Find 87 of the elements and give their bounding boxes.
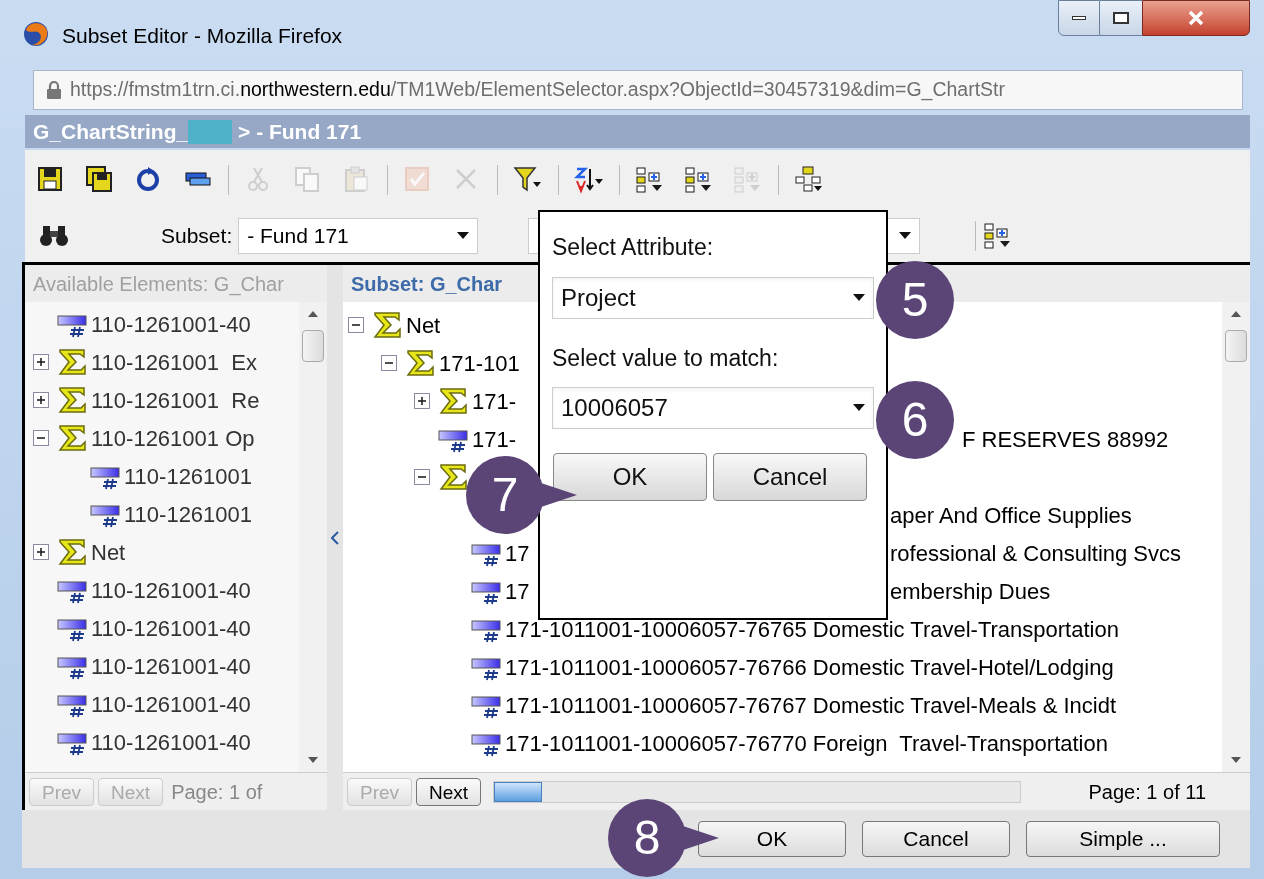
tree-item-label[interactable]: 110-1261001-40 <box>91 573 251 607</box>
page-indicator: Page: 1 of 11 <box>1088 779 1206 805</box>
tree-item-label[interactable]: 110-1261001 <box>124 497 253 531</box>
panel-title: Available Elements: G_Char <box>33 271 284 298</box>
field-label: Select value to match: <box>552 343 779 373</box>
browser-logo-icon <box>22 20 50 48</box>
expand-icon[interactable] <box>33 354 49 370</box>
cancel-button[interactable]: Cancel <box>713 453 867 501</box>
tree-item-label[interactable]: 171-1011001-10006057-76766 Domestic Travel-Hotel/Lodging <box>505 650 1114 684</box>
tree-item-label[interactable]: 17 <box>505 536 530 570</box>
tree-item-label[interactable]: embership Dues <box>890 574 1051 608</box>
collapse-icon[interactable] <box>381 355 397 371</box>
collapse-icon[interactable] <box>33 430 49 446</box>
attribute-dropdown[interactable]: Project <box>552 276 874 319</box>
tree-item-label[interactable]: Net <box>406 308 441 342</box>
subset-heading: G_ChartString_ <box>33 118 189 145</box>
scroll-thumb[interactable] <box>302 330 324 362</box>
step-callout: 8 <box>607 798 719 878</box>
step-callout: 7 <box>465 455 577 535</box>
close-icon <box>1187 10 1205 26</box>
tree-item-label[interactable]: 171- <box>472 422 517 456</box>
scrollbar[interactable] <box>299 302 327 772</box>
scroll-down-icon[interactable] <box>307 756 319 764</box>
dialog-button[interactable]: Simple ... <box>1026 821 1220 857</box>
minimize-button[interactable] <box>1058 0 1100 36</box>
sigma-icon <box>438 463 468 491</box>
tree-item-label[interactable]: 110-1261001-40 <box>91 649 251 683</box>
tree-item-label[interactable]: 171-1011001-10006057-76767 Domestic Travel-Meals & Incidt <box>505 688 1117 722</box>
tree-item-label[interactable]: 171-1011001-10006057-76770 Foreign Travel-Transportation <box>505 726 1108 760</box>
tree-item-label[interactable]: 110-1261001-40 <box>91 611 251 645</box>
value-dropdown[interactable]: 10006057 <box>552 387 874 429</box>
window-title: Subset Editor - Mozilla Firefox <box>62 23 343 49</box>
panel-title: Subset: G_Char <box>351 271 503 297</box>
sigma-icon <box>57 538 87 566</box>
expand-icon[interactable] <box>33 392 49 408</box>
close-button[interactable] <box>1142 0 1250 36</box>
page-button[interactable]: Next <box>416 777 482 806</box>
scroll-up-icon[interactable] <box>1230 310 1242 318</box>
tree-item-label[interactable]: 110-1261001-40 <box>91 725 251 759</box>
expand-icon[interactable] <box>414 393 430 409</box>
subset-label: Subset: <box>161 223 233 250</box>
scroll-up-icon[interactable] <box>307 310 319 318</box>
tree-item-label[interactable]: 110-1261001 Ex <box>91 345 257 379</box>
tree-item-label[interactable]: rofessional & Consulting Svcs <box>890 536 1182 570</box>
redaction-mark <box>188 119 233 144</box>
sigma-icon <box>372 311 402 339</box>
tree-item-label[interactable]: 171- <box>472 384 517 418</box>
caret-icon <box>853 404 865 412</box>
expand-icon[interactable] <box>33 544 49 560</box>
tree-item-label[interactable]: 171-101 <box>439 346 520 380</box>
tree-item-label[interactable]: 110-1261001 <box>124 459 253 493</box>
tree-item-label[interactable]: 110-1261001-40 <box>91 687 251 721</box>
sigma-icon <box>405 349 435 377</box>
step-callout: 5 <box>875 260 955 340</box>
dialog-button[interactable]: OK <box>698 821 846 857</box>
tree-item-label[interactable]: F RESERVES 88992 <box>962 422 1169 456</box>
tree-item-label[interactable]: 17 <box>505 574 530 608</box>
scroll-down-icon[interactable] <box>1230 756 1242 764</box>
lock-icon <box>46 81 62 99</box>
sigma-icon <box>57 424 87 452</box>
dialog-button[interactable]: Cancel <box>862 821 1010 857</box>
page-scroll-track[interactable] <box>493 780 1022 803</box>
collapse-icon[interactable] <box>414 469 430 485</box>
binoculars-icon[interactable] <box>39 224 69 248</box>
field-label: Select Attribute: <box>552 233 714 262</box>
page-indicator: Page: 1 of <box>171 779 263 805</box>
tree-item-label[interactable]: 110-1261001 Op <box>91 421 255 455</box>
tree-item-label[interactable]: 110-1261001 Re <box>91 383 260 417</box>
caret-icon <box>457 232 470 240</box>
url-text: https://fmstm1trn.ci.northwestern.edu/TM1Web/ElementSelector.aspx?ObjectId=30457319&dim=G_ChartStr <box>70 77 1006 103</box>
subset-heading: > - Fund 171 <box>237 118 362 145</box>
sigma-icon <box>438 387 468 415</box>
ok-button[interactable]: OK <box>553 453 707 501</box>
subset-dropdown[interactable]: - Fund 171 <box>238 218 479 254</box>
address-bar[interactable]: https://fmstm1trn.ci.northwestern.edu/TM1Web/ElementSelector.aspx?ObjectId=30457319&dim=G_ChartStr <box>33 70 1243 110</box>
scrollbar[interactable] <box>1222 302 1250 772</box>
tree-item-label[interactable]: 110-1261001-40 <box>91 307 251 341</box>
tree-item-label[interactable]: aper And Office Supplies <box>890 498 1132 532</box>
caret-icon <box>853 293 865 302</box>
collapse-icon[interactable] <box>348 317 364 333</box>
sigma-icon <box>57 386 87 414</box>
caret-icon <box>899 232 912 240</box>
step-callout: 6 <box>875 380 955 460</box>
scroll-thumb[interactable] <box>1225 330 1247 362</box>
tree-item-label[interactable]: Net <box>91 535 126 569</box>
sigma-icon <box>57 348 87 376</box>
maximize-button[interactable] <box>1100 0 1142 36</box>
